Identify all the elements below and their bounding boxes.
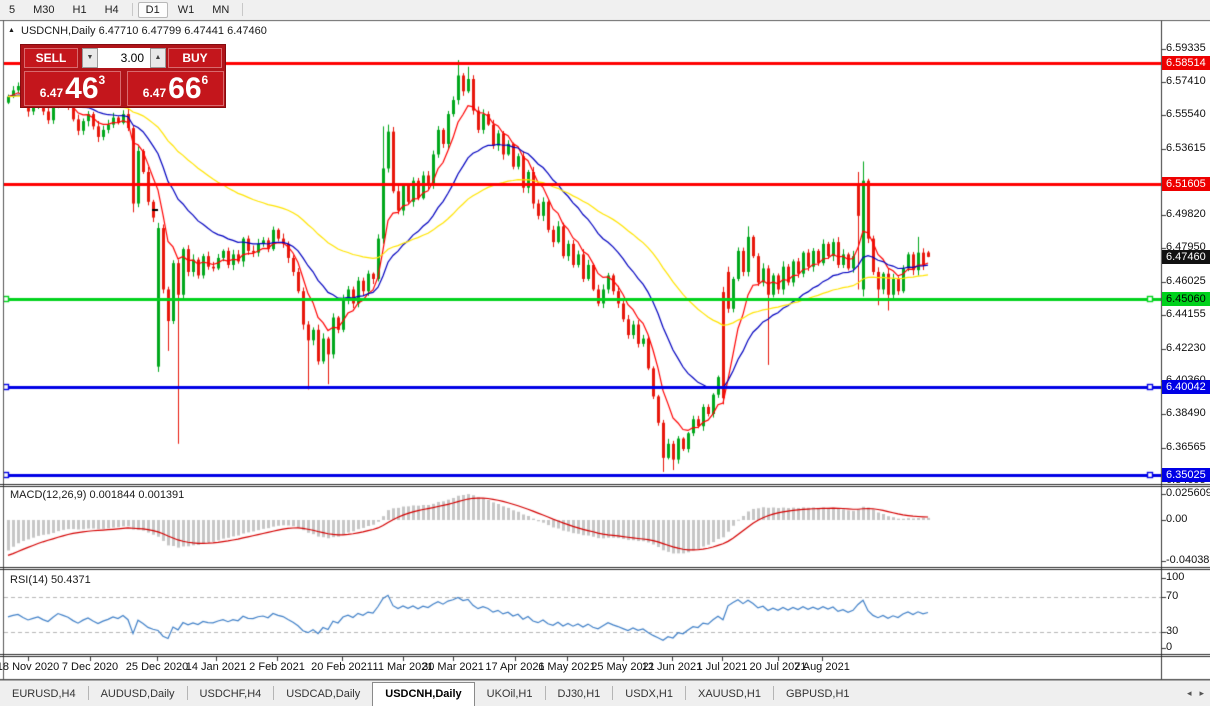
timeframe-d1[interactable]: D1 [138,2,168,18]
tab-nav-buttons: ◂▸ [1187,688,1204,699]
chart-symbol-period: USDCNH,Daily [21,25,96,37]
rsi-tick-label: 30 [1166,625,1210,638]
tab-scroll-right-icon[interactable]: ▸ [1199,688,1204,699]
tab-usdx-h1[interactable]: USDX,H1 [613,683,685,706]
volume-decrease-button[interactable]: ▼ [82,48,98,68]
price-tick-label: 6.57410 [1166,75,1210,88]
timeframe-m30[interactable]: M30 [25,2,62,18]
rsi-tick-label: 0 [1166,641,1210,654]
price-level-badge: 6.58514 [1162,56,1210,70]
tab-eurusd-h4[interactable]: EURUSD,H4 [0,683,88,706]
price-level-badge: 6.40042 [1162,380,1210,394]
volume-stepper: ▼ ▲ [82,48,166,68]
rsi-tick-label: 70 [1166,590,1210,603]
price-tick-label: 6.53615 [1166,142,1210,155]
date-tick-label: 20 Feb 2021 [311,661,373,673]
price-tick-label: 6.36565 [1166,441,1210,454]
timeframe-5[interactable]: 5 [1,2,23,18]
rsi-tick-label: 100 [1166,571,1210,584]
price-level-badge: 6.35025 [1162,468,1210,482]
tab-gbpusd-h1[interactable]: GBPUSD,H1 [774,683,862,706]
sell-price-display[interactable]: 6.47 46 3 [24,71,121,106]
date-tick-label: 30 Mar 2021 [422,661,484,673]
chart-tab-bar: EURUSD,H4AUDUSD,DailyUSDCHF,H4USDCAD,Dai… [0,680,1210,706]
price-tick-label: 6.44155 [1166,308,1210,321]
price-tick-label: 6.55540 [1166,108,1210,121]
price-tick-label: 6.38490 [1166,407,1210,420]
date-tick-label: 12 Jun 2021 [642,661,703,673]
buy-price-prefix: 6.47 [143,86,166,100]
buy-price-display[interactable]: 6.47 66 6 [127,71,224,106]
price-tick-label: 6.49820 [1166,208,1210,221]
tab-dj30-h1[interactable]: DJ30,H1 [546,683,613,706]
price-tick-label: 6.46025 [1166,275,1210,288]
tab-ukoil-h1[interactable]: UKOil,H1 [475,683,545,706]
date-tick-label: 2 Feb 2021 [249,661,305,673]
timeframe-h1[interactable]: H1 [65,2,95,18]
sell-button[interactable]: SELL [24,48,78,68]
date-tick-label: 17 Apr 2021 [485,661,544,673]
tab-xauusd-h1[interactable]: XAUUSD,H1 [686,683,773,706]
date-tick-label: 18 Nov 2020 [0,661,59,673]
buy-price-point: 6 [202,73,209,87]
tab-usdcad-daily[interactable]: USDCAD,Daily [274,683,372,706]
toolbar-separator [242,3,243,16]
date-tick-label: 7 Dec 2020 [62,661,118,673]
price-level-badge: 6.47460 [1162,250,1210,264]
chart-collapse-icon[interactable]: ▲ [8,27,15,34]
timeframe-h4[interactable]: H4 [97,2,127,18]
timeframe-toolbar: 5M30H1H4 D1W1MN [0,0,1210,19]
macd-tick-label: 0.00 [1166,513,1210,526]
sell-price-point: 3 [99,73,106,87]
tab-usdchf-h4[interactable]: USDCHF,H4 [188,683,274,706]
tab-audusd-daily[interactable]: AUDUSD,Daily [89,683,187,706]
tab-scroll-left-icon[interactable]: ◂ [1187,688,1192,699]
price-level-badge: 6.51605 [1162,177,1210,191]
volume-increase-button[interactable]: ▲ [150,48,166,68]
one-click-trading-panel: SELL ▼ ▲ BUY 6.47 46 3 6.47 66 6 [20,44,226,108]
sell-price-pips: 46 [65,76,98,102]
price-tick-label: 6.42230 [1166,342,1210,355]
timeframe-mn[interactable]: MN [204,2,237,18]
chart-ohlc-values: 6.47710 6.47799 6.47441 6.47460 [99,25,267,37]
date-tick-label: 25 Dec 2020 [126,661,188,673]
chart-title: ▲ USDCNH,Daily 6.47710 6.47799 6.47441 6… [8,25,267,37]
date-tick-label: 7 Aug 2021 [794,661,850,673]
timeframe-w1[interactable]: W1 [170,2,203,18]
date-tick-label: 6 May 2021 [538,661,595,673]
rsi-indicator-label: RSI(14) 50.4371 [10,574,91,586]
macd-indicator-label: MACD(12,26,9) 0.001844 0.001391 [10,489,184,501]
macd-tick-label: 0.025609 [1166,487,1210,500]
buy-button[interactable]: BUY [168,48,222,68]
date-tick-label: 1 Jul 2021 [697,661,748,673]
macd-tick-label: -0.040386 [1166,554,1210,567]
toolbar-separator [132,3,133,16]
price-tick-label: 6.59335 [1166,42,1210,55]
price-level-badge: 6.45060 [1162,292,1210,306]
tab-usdcnh-daily[interactable]: USDCNH,Daily [372,682,474,706]
volume-input[interactable] [98,48,150,68]
date-tick-label: 14 Jan 2021 [186,661,247,673]
trading-platform: 5M30H1H4 D1W1MN ▲ USDCNH,Daily 6.47710 6.… [0,0,1210,706]
sell-price-prefix: 6.47 [40,86,63,100]
buy-price-pips: 66 [168,76,201,102]
